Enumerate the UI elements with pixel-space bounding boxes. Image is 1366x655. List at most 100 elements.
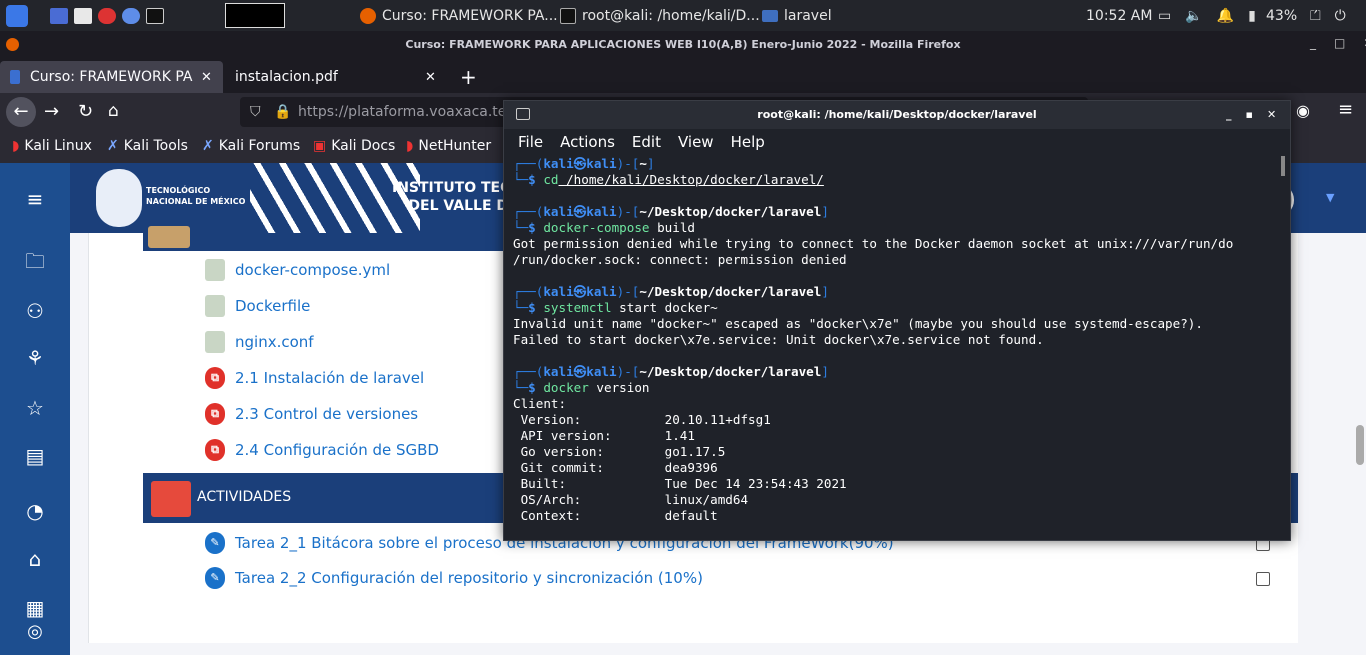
command-output: Invalid unit name "docker~" escaped as "… (513, 316, 1203, 331)
file-icon (205, 295, 225, 317)
bookmark-nethunter[interactable]: ◗ NetHunter (406, 138, 491, 154)
menu-view[interactable]: View (678, 133, 714, 151)
resource-link[interactable]: docker-compose.yml (205, 259, 390, 281)
home-button[interactable]: ⌂ (108, 101, 119, 121)
prompt-frame: ] (821, 204, 829, 219)
terminal-titlebar[interactable]: root@kali: /home/kali/Desktop/docker/lar… (504, 101, 1290, 129)
chevron-down-icon[interactable]: ▼ (1326, 191, 1334, 204)
calendar-icon (151, 481, 191, 517)
task-folder-label: laravel (784, 7, 832, 24)
resource-link[interactable]: ⧉ 2.4 Configuración de SGBD (205, 439, 439, 461)
launcher-icons[interactable] (50, 0, 164, 31)
resource-link[interactable]: Dockerfile (205, 295, 310, 317)
prompt-frame: └─ (513, 380, 529, 395)
page-scrollbar[interactable] (1356, 425, 1364, 465)
lock-icon: ⏍ (1310, 7, 1321, 24)
prompt-frame: )-[ (616, 156, 640, 171)
calendar-icon[interactable]: ▦ (22, 595, 48, 621)
bookmark-kali-tools[interactable]: ✗ Kali Tools (107, 138, 188, 154)
terminal-line: API version: 1.41​ (513, 428, 1283, 444)
prompt-frame: ┌──( (513, 364, 544, 379)
terminal-menubar: File Actions Edit View Help (504, 129, 1290, 155)
command-args: build (649, 220, 695, 235)
task-folder[interactable]: laravel (762, 0, 832, 31)
resource-link[interactable]: ⧉ 2.1 Instalación de laravel (205, 367, 424, 389)
terminal-window-controls[interactable]: _▪✕ (1226, 101, 1290, 129)
folder-icon[interactable]: 🗀 (22, 248, 48, 274)
accessibility-icon[interactable]: ◎ (22, 619, 48, 645)
terminal-line: /run/docker.sock: connect: permission de… (513, 252, 1283, 268)
battery-percent: 43% (1266, 7, 1298, 24)
session-icons[interactable]: ⏍ ⏻ (1310, 0, 1346, 31)
terminal-line: Built: Tue Dec 14 23:54:43 2021​ (513, 476, 1283, 492)
books-icon (148, 226, 190, 248)
bookmark-kali-docs[interactable]: ▣ Kali Docs (313, 138, 395, 154)
back-button[interactable]: ← (6, 97, 36, 127)
task-terminal[interactable]: root@kali: /home/kali/D... (560, 0, 760, 31)
badge-icon[interactable]: ⚘ (22, 345, 48, 371)
window-controls[interactable]: _□✕ (1310, 36, 1366, 50)
kali-menu-icon[interactable] (6, 0, 28, 31)
power-icon: ⏻ (1334, 7, 1346, 24)
course-sidebar: ≡ 🗀 ⚇ ⚘ ☆ ▤ ◔ ⌂ ▦ ◎ (0, 163, 70, 655)
prompt-symbol: $ (528, 220, 544, 235)
menu-actions[interactable]: Actions (560, 133, 615, 151)
terminal-output[interactable]: ┌──(kali㉿kali)-[~]​└─$ cd /home/kali/Des… (513, 156, 1283, 531)
users-icon[interactable]: ⚇ (22, 298, 48, 324)
kali-icon: ◗ (12, 138, 20, 154)
resource-link[interactable]: ⧉ 2.3 Control de versiones (205, 403, 418, 425)
prompt-frame: └─ (513, 220, 529, 235)
resource-label: 2.3 Control de versiones (235, 405, 419, 423)
menu-help[interactable]: Help (731, 133, 765, 151)
firefox-title-text: Curso: FRAMEWORK PARA APLICACIONES WEB I… (405, 38, 961, 51)
top-panel: Curso: FRAMEWORK PA... root@kali: /home/… (0, 0, 1366, 31)
tab-course-label: Curso: FRAMEWORK PA (30, 69, 193, 85)
bookmark-kali-linux[interactable]: ◗ Kali Linux (12, 138, 92, 154)
clock[interactable]: 10:52 AM (1086, 0, 1152, 31)
moodle-icon (10, 70, 20, 84)
command-name: docker (543, 380, 589, 395)
menu-file[interactable]: File (518, 133, 543, 151)
extensions-icon[interactable]: ◉ (1296, 101, 1310, 120)
command-name: docker-compose (543, 220, 650, 235)
activity-label: Tarea 2_2 Configuración del repositorio … (235, 569, 703, 587)
activity-link[interactable]: ✎ Tarea 2_2 Configuración del repositorio… (205, 567, 703, 589)
battery-icon: ▮ (1248, 7, 1256, 24)
star-icon[interactable]: ☆ (22, 395, 48, 421)
docs-icon: ▣ (313, 138, 327, 154)
tools-icon: ✗ (107, 138, 119, 154)
prompt-frame: )-[ (616, 364, 640, 379)
close-icon[interactable]: ✕ (425, 70, 436, 85)
menu-edit[interactable]: Edit (632, 133, 661, 151)
terminal-line: └─$ systemctl start docker~​ (513, 300, 1283, 316)
new-tab-button[interactable]: + (450, 61, 477, 93)
menu-icon[interactable]: ≡ (1338, 99, 1353, 120)
terminal-line: Context: default​ (513, 508, 1283, 524)
command-output: /run/docker.sock: connect: permission de… (513, 252, 847, 267)
assignment-icon: ✎ (205, 567, 225, 589)
task-firefox[interactable]: Curso: FRAMEWORK PA... (360, 0, 558, 31)
hamburger-icon[interactable]: ≡ (22, 186, 48, 212)
reload-button[interactable]: ↻ (78, 101, 93, 122)
bookmark-kali-forums[interactable]: ✗ Kali Forums (202, 138, 300, 154)
prompt-path: ~/Desktop/docker/laravel (639, 364, 822, 379)
workspace-switcher[interactable] (225, 3, 285, 28)
terminal-scrollbar[interactable] (1281, 156, 1285, 176)
terminal-icon (516, 108, 530, 120)
tray-icons[interactable]: ▭ 🔈 🔔 ▮ (1158, 0, 1256, 31)
pdf-icon: ⧉ (205, 403, 225, 425)
tab-pdf[interactable]: instalacion.pdf ✕ (225, 61, 447, 93)
tab-course[interactable]: Curso: FRAMEWORK PA ✕ (0, 61, 223, 93)
resource-link[interactable]: nginx.conf (205, 331, 314, 353)
terminal-line: Got permission denied while trying to co… (513, 236, 1283, 252)
close-icon[interactable]: ✕ (201, 70, 212, 85)
dashboard-icon[interactable]: ◔ (22, 498, 48, 524)
command-output: Version: 20.10.11+dfsg1 (513, 412, 771, 427)
completion-checkbox[interactable] (1256, 572, 1270, 586)
home-icon[interactable]: ⌂ (22, 546, 48, 572)
book-icon[interactable]: ▤ (22, 443, 48, 469)
bookmark-label: Kali Forums (218, 138, 301, 154)
prompt-frame: ┌──( (513, 156, 544, 171)
prompt-path: ~/Desktop/docker/laravel (639, 284, 822, 299)
forward-button[interactable]: → (44, 101, 59, 122)
